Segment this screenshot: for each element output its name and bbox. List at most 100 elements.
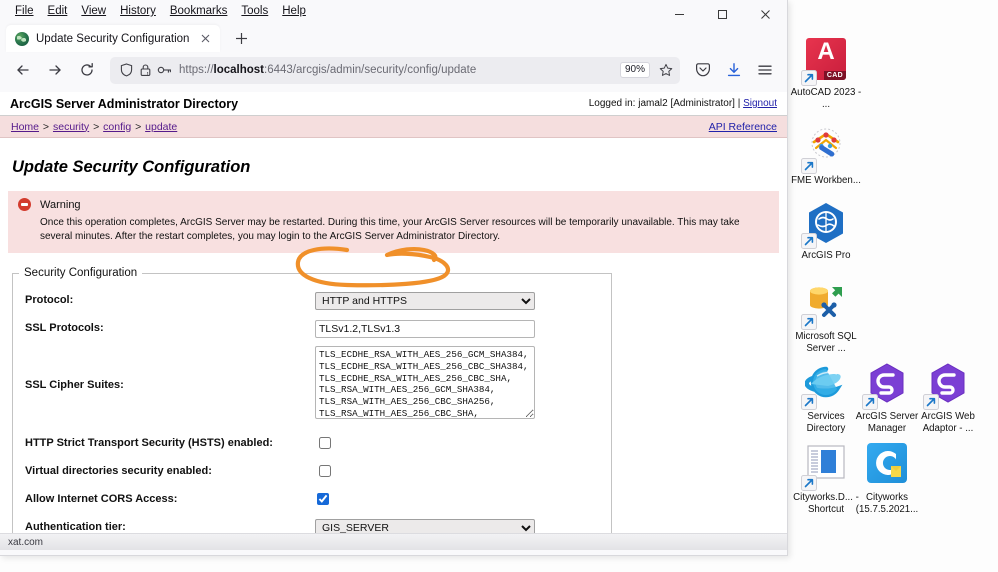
tab-strip: Update Security Configuration	[0, 22, 787, 52]
desktop-icon-label: FME Workben...	[791, 175, 861, 186]
api-reference-link[interactable]: API Reference	[709, 121, 777, 133]
autocad-cad-tag: CAD	[823, 71, 846, 80]
breadcrumb: Home > security > config > update	[10, 121, 709, 133]
protocol-select[interactable]: HTTP and HTTPS	[315, 291, 535, 310]
security-configuration-fieldset: Security Configuration Protocol: HTTP an…	[12, 267, 612, 550]
shortcut-arrow-icon	[801, 233, 817, 249]
menu-bookmarks[interactable]: Bookmarks	[163, 3, 235, 19]
breadcrumb-security[interactable]: security	[53, 121, 89, 133]
web-page-content: ArcGIS Server Administrator Directory Lo…	[0, 92, 787, 550]
menu-file[interactable]: File	[8, 3, 41, 19]
status-text: xat.com	[8, 536, 44, 548]
downloads-icon[interactable]	[719, 56, 748, 84]
menu-history[interactable]: History	[113, 3, 163, 19]
warning-banner: Warning Once this operation completes, A…	[8, 191, 779, 254]
breadcrumb-sep-3: >	[132, 120, 145, 133]
autocad-letter: A	[817, 38, 835, 65]
warning-header: Warning	[18, 198, 769, 211]
api-reference: API Reference	[709, 121, 777, 133]
ssl-cipher-suites-textarea[interactable]: TLS_ECDHE_RSA_WITH_AES_256_GCM_SHA384, T…	[315, 346, 535, 420]
menu-history-label: History	[120, 5, 156, 17]
hsts-label: HTTP Strict Transport Security (HSTS) en…	[25, 437, 273, 450]
cityworks-icon	[864, 443, 910, 489]
cors-checkbox[interactable]	[317, 493, 329, 506]
field-row-hsts: HTTP Strict Transport Security (HSTS) en…	[13, 432, 611, 454]
browser-window: File Edit View History Bookmarks Tools H…	[0, 0, 788, 556]
menu-tools-label: Tools	[241, 5, 269, 17]
tab-title: Update Security Configuration	[36, 32, 190, 45]
menu-tools[interactable]: Tools	[234, 3, 275, 19]
app-header: ArcGIS Server Administrator Directory Lo…	[0, 92, 787, 116]
back-arrow-icon[interactable]	[8, 56, 38, 84]
tab-close-icon[interactable]	[197, 31, 213, 47]
globe-favicon	[15, 31, 29, 46]
desktop-icon-label: ArcGIS Pro	[801, 250, 851, 261]
cors-label: Allow Internet CORS Access:	[25, 493, 178, 506]
menu-bookmarks-label: Bookmarks	[169, 5, 228, 17]
desktop-icon-label: ArcGIS Web Adaptor - ...	[921, 411, 975, 434]
field-row-ssl-protocols: SSL Protocols:	[13, 317, 611, 339]
breadcrumb-sep-1: >	[40, 120, 52, 133]
shortcut-arrow-icon	[801, 158, 817, 174]
menu-help[interactable]: Help	[275, 3, 313, 19]
shield-icon[interactable]	[117, 61, 136, 80]
hamburger-menu-icon[interactable]	[750, 56, 779, 84]
breadcrumb-home[interactable]: Home	[11, 121, 39, 133]
logged-in-status: Logged in: jamal2 [Administrator] | Sign…	[589, 98, 777, 109]
lock-warning-icon[interactable]	[136, 61, 155, 80]
shortcut-arrow-icon	[862, 394, 878, 410]
navigation-toolbar: https://localhost:6443/arcgis/admin/secu…	[0, 52, 787, 88]
menu-view[interactable]: View	[74, 3, 113, 19]
signout-link[interactable]: Signout	[743, 98, 777, 109]
page-title: Update Security Configuration	[12, 158, 251, 176]
desktop-icon-label: Cityworks (15.7.5.2021...	[855, 492, 919, 515]
hsts-checkbox[interactable]	[319, 437, 331, 450]
protocol-label: Protocol:	[25, 294, 74, 307]
menu-edit-label: Edit	[47, 5, 68, 17]
ssl-protocols-input[interactable]	[315, 319, 535, 338]
shortcut-arrow-icon	[801, 475, 817, 491]
ssl-cipher-suites-label: SSL Cipher Suites:	[25, 379, 124, 392]
logged-in-text: Logged in: jamal2 [Administrator] |	[588, 98, 744, 109]
url-rest: :6443/arcgis/admin/security/config/updat…	[264, 64, 477, 76]
url-host: localhost	[213, 64, 265, 76]
internet-explorer-icon	[801, 362, 849, 410]
breadcrumb-update[interactable]: update	[145, 121, 177, 133]
sql-server-icon	[801, 282, 849, 330]
field-row-cipher-suites: SSL Cipher Suites: TLS_ECDHE_RSA_WITH_AE…	[13, 346, 611, 424]
url-bar[interactable]: https://localhost:6443/arcgis/admin/secu…	[110, 56, 680, 84]
tab-update-security-configuration[interactable]: Update Security Configuration	[6, 25, 221, 52]
desktop-icon-fme-workbench[interactable]: FME Workben...	[790, 124, 862, 187]
field-row-virtual-dirs: Virtual directories security enabled:	[13, 460, 611, 482]
breadcrumb-sep-2: >	[90, 120, 103, 133]
bookmark-star-icon[interactable]	[656, 63, 676, 77]
desktop-icon-autocad[interactable]: A CAD AutoCAD 2023 - ...	[790, 36, 862, 111]
document-icon	[801, 443, 849, 491]
arcgis-hex-icon	[862, 362, 910, 410]
desktop-icon-microsoft-sql-server[interactable]: Microsoft SQL Server ...	[790, 280, 862, 355]
warning-body: Once this operation completes, ArcGIS Se…	[40, 217, 740, 243]
new-tab-button[interactable]	[228, 25, 254, 51]
pocket-save-icon[interactable]	[688, 56, 717, 84]
menu-view-label: View	[81, 5, 107, 17]
virtual-directories-label: Virtual directories security enabled:	[25, 465, 212, 478]
virtual-directories-checkbox[interactable]	[319, 465, 331, 478]
url-prefix: https://	[179, 64, 214, 76]
desktop-icon-arcgis-web-adaptor[interactable]: ArcGIS Web Adaptor - ...	[912, 360, 984, 435]
reload-icon[interactable]	[72, 56, 102, 84]
key-icon[interactable]	[155, 61, 174, 80]
shortcut-arrow-icon	[801, 70, 817, 86]
menu-edit[interactable]: Edit	[41, 3, 75, 19]
desktop-icon-cityworks[interactable]: Cityworks (15.7.5.2021...	[851, 440, 923, 516]
desktop-icon-label: Microsoft SQL Server ...	[795, 331, 857, 354]
forward-arrow-icon[interactable]	[40, 56, 70, 84]
fieldset-legend: Security Configuration	[24, 267, 138, 280]
error-circle-icon	[18, 198, 31, 211]
zoom-level-badge[interactable]: 90%	[619, 62, 650, 78]
breadcrumb-config[interactable]: config	[103, 121, 131, 133]
shortcut-arrow-icon	[801, 314, 817, 330]
desktop-icon-arcgis-pro[interactable]: ArcGIS Pro	[790, 200, 862, 262]
url-text[interactable]: https://localhost:6443/arcgis/admin/secu…	[179, 64, 620, 76]
browser-menu-bar: File Edit View History Bookmarks Tools H…	[0, 0, 787, 22]
fme-workbench-icon	[801, 126, 849, 174]
